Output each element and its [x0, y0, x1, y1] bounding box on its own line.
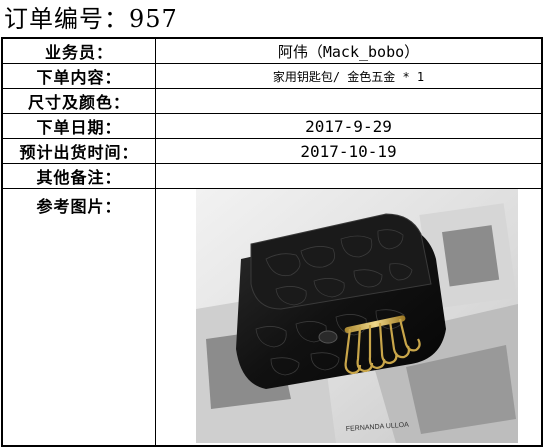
notes-label: 其他备注： [1, 163, 156, 189]
key-wallet-photo: FERNANDA ULLOA [196, 189, 518, 443]
reference-cell: 参考图片： [1, 188, 156, 447]
ship-date-value: 2017-10-19 [155, 138, 543, 164]
row-size-color: 尺寸及颜色： [1, 88, 543, 114]
salesperson-value: 阿伟（Mack_bobo） [155, 37, 543, 64]
order-content-label: 下单内容： [1, 63, 156, 89]
order-date-value: 2017-9-29 [155, 113, 543, 139]
row-ship-date: 预计出货时间： 2017-10-19 [1, 138, 543, 164]
photo-wrap: FERNANDA ULLOA [156, 189, 541, 445]
row-order-date: 下单日期： 2017-9-29 [1, 113, 543, 139]
salesperson-label: 业务员： [1, 37, 156, 64]
wallet-snap-shape [318, 330, 338, 344]
row-salesperson: 业务员： 阿伟（Mack_bobo） [1, 37, 543, 64]
reference-photo-cell: FERNANDA ULLOA [155, 188, 543, 447]
reference-photo-label: 参考图片： [36, 197, 122, 216]
row-order-content: 下单内容： 家用钥匙包/ 金色五金 * 1 [1, 63, 543, 89]
order-content-value: 家用钥匙包/ 金色五金 * 1 [155, 63, 543, 89]
size-color-label: 尺寸及颜色： [1, 88, 156, 114]
row-reference-photo: 参考图片： FERNANDA ULLOA [1, 188, 543, 447]
order-date-label: 下单日期： [1, 113, 156, 139]
row-notes: 其他备注： [1, 163, 543, 189]
reference-photo: FERNANDA ULLOA [196, 189, 518, 443]
magazine-corner-image [442, 225, 500, 287]
notes-value [155, 163, 543, 189]
order-number-title: 订单编号：957 [4, 5, 178, 33]
ship-date-label: 预计出货时间： [1, 138, 156, 164]
size-color-value [155, 88, 543, 114]
order-form-table: 业务员： 阿伟（Mack_bobo） 下单内容： 家用钥匙包/ 金色五金 * 1… [1, 37, 543, 447]
